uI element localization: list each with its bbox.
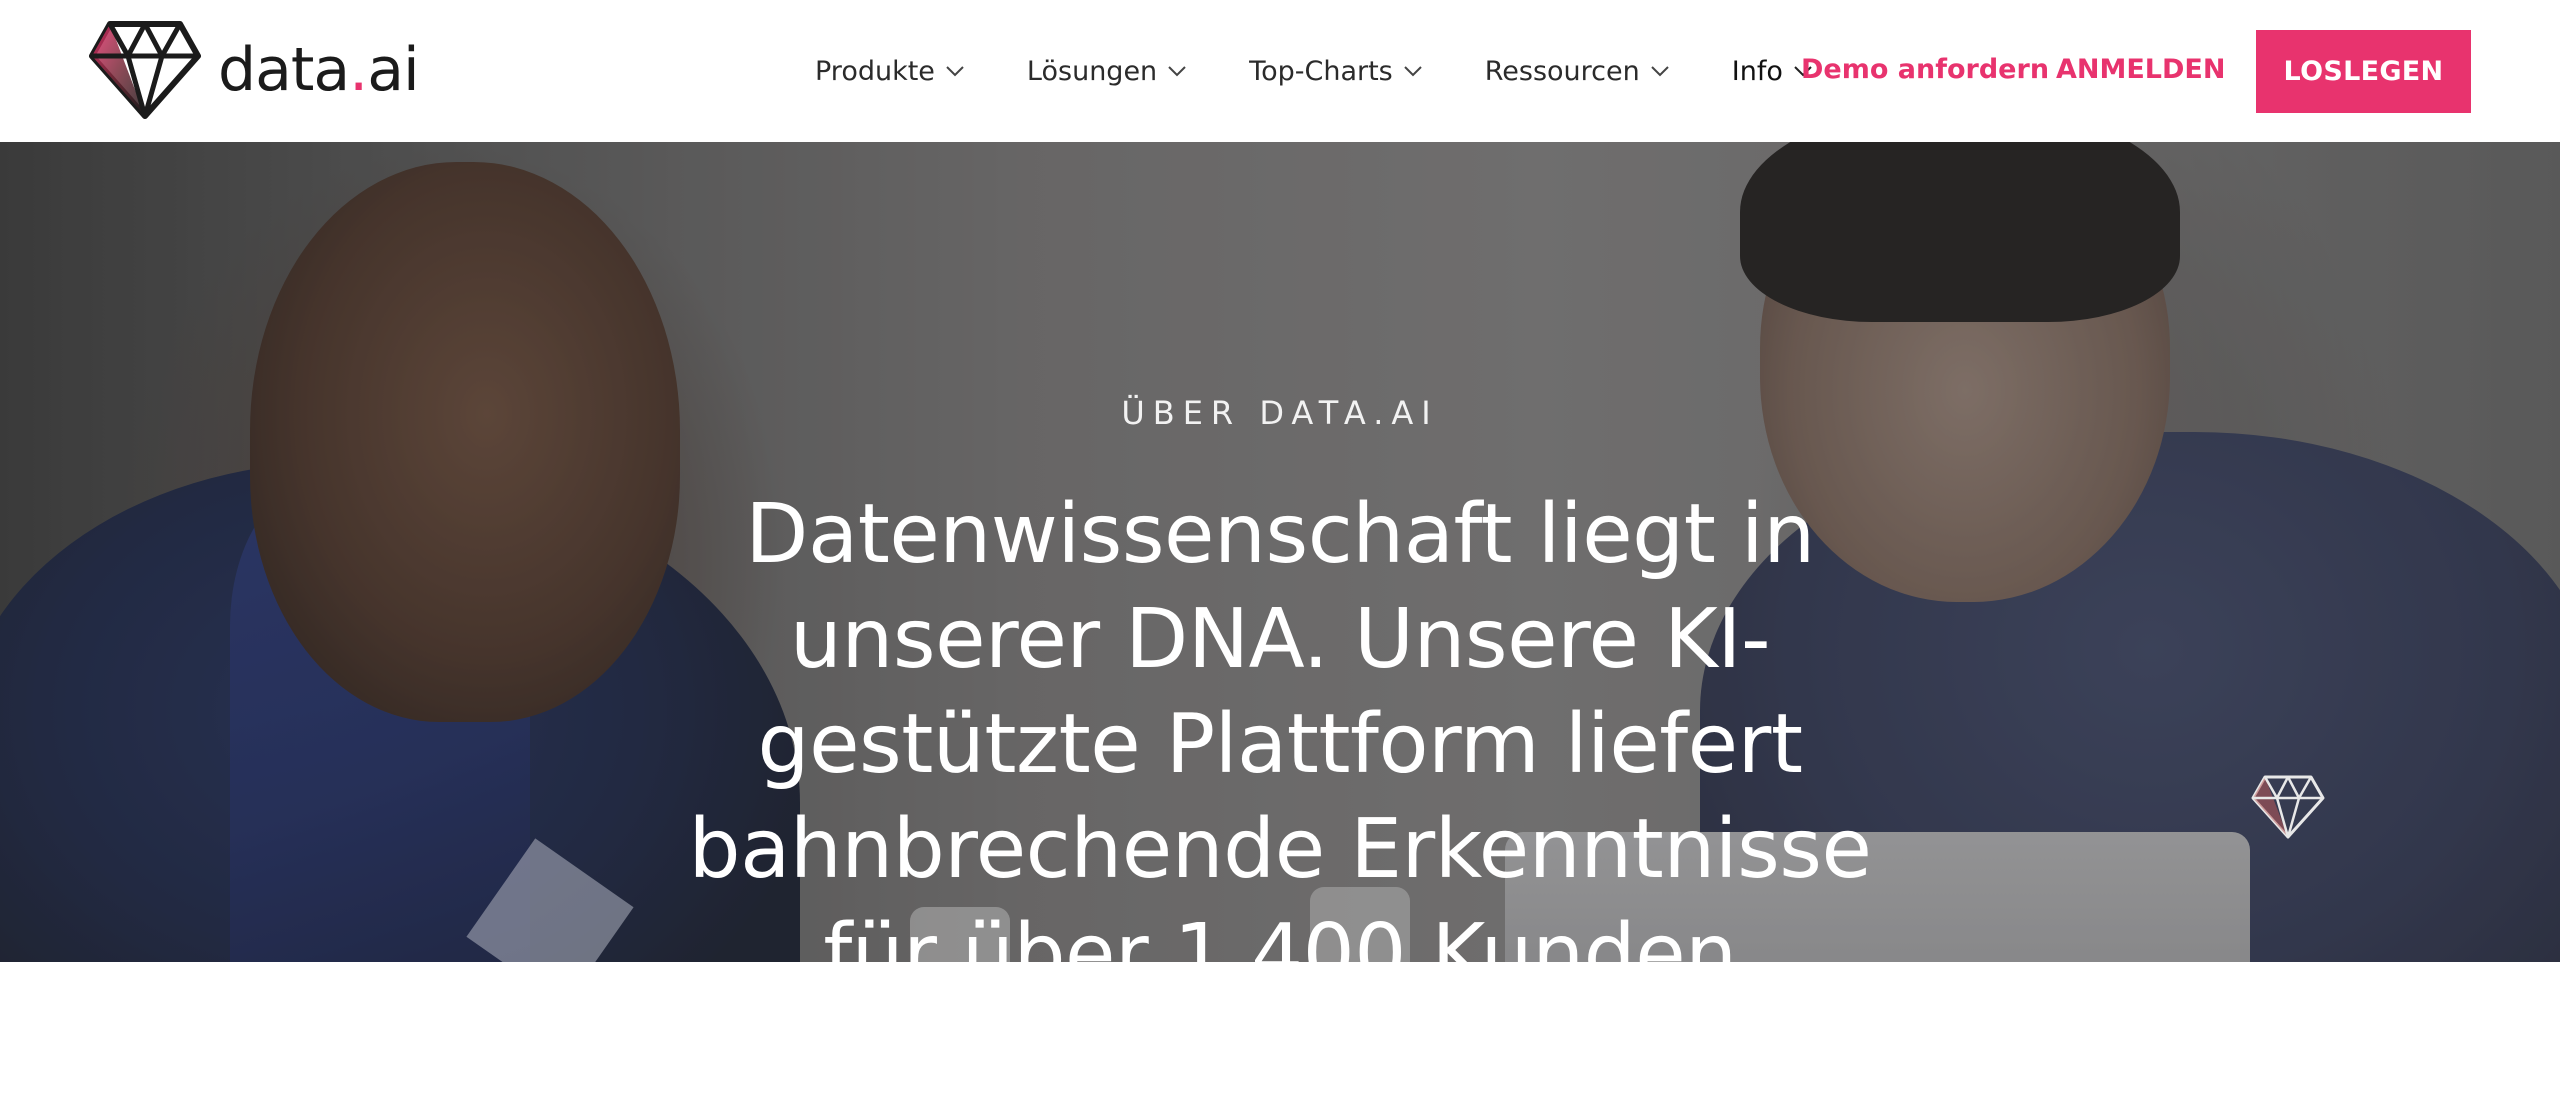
- nav-item-label: Info: [1731, 55, 1783, 87]
- login-link[interactable]: ANMELDEN: [2056, 54, 2225, 85]
- site-header: data.ai Produkte Lösungen Top-Charts Res…: [0, 0, 2560, 142]
- page-content-blank: [0, 962, 2560, 1102]
- nav-item-label: Top-Charts: [1249, 55, 1393, 87]
- nav-item-loesungen[interactable]: Lösungen: [1027, 56, 1187, 87]
- hero-section: ÜBER DATA.AI Datenwissenschaft liegt in …: [0, 142, 2560, 962]
- nav-item-label: Produkte: [815, 55, 935, 87]
- diamond-logo-icon: [2250, 774, 2326, 840]
- nav-item-label: Ressourcen: [1484, 55, 1640, 87]
- brand-wordmark: data.ai: [218, 40, 420, 100]
- brand-logo[interactable]: data.ai: [88, 20, 420, 120]
- brand-name-suffix: ai: [367, 35, 419, 105]
- brand-name-dot: .: [349, 35, 368, 105]
- hero-eyebrow: ÜBER DATA.AI: [1121, 394, 1439, 432]
- nav-item-top-charts[interactable]: Top-Charts: [1249, 56, 1423, 87]
- hero-headline: Datenwissenschaft liegt in unserer DNA. …: [688, 487, 1872, 962]
- nav-item-ressourcen[interactable]: Ressourcen: [1485, 56, 1670, 87]
- main-nav: Produkte Lösungen Top-Charts Ressourcen …: [815, 0, 1875, 142]
- chevron-down-icon: [945, 65, 965, 77]
- brand-name-main: data: [218, 35, 350, 105]
- chevron-down-icon: [1167, 65, 1187, 77]
- chevron-down-icon: [1650, 65, 1670, 77]
- diamond-logo-icon: [88, 20, 202, 120]
- chevron-down-icon: [1403, 65, 1423, 77]
- get-started-button[interactable]: LOSLEGEN: [2256, 30, 2471, 113]
- nav-item-produkte[interactable]: Produkte: [815, 56, 965, 87]
- demo-request-link[interactable]: Demo anfordern: [1801, 54, 2049, 85]
- nav-item-label: Lösungen: [1026, 55, 1158, 87]
